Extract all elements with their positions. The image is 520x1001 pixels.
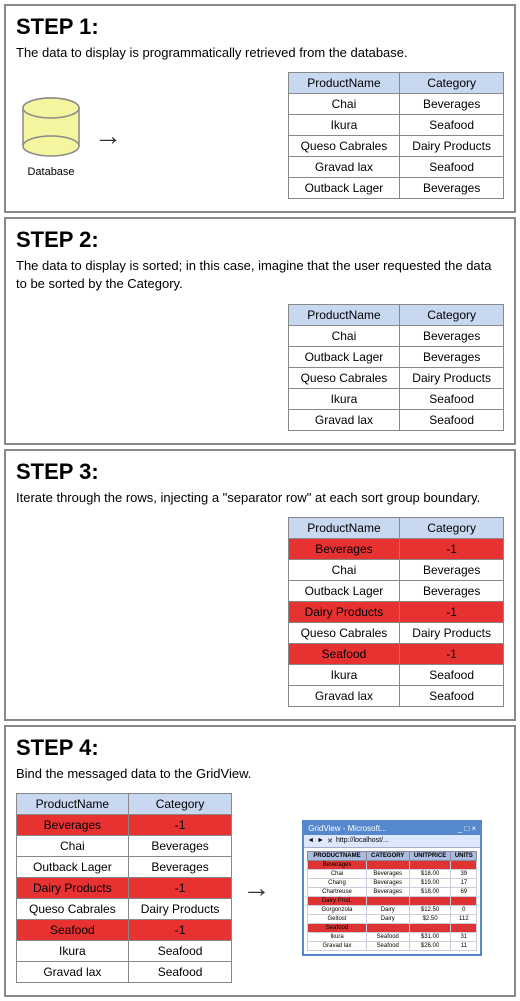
- address-bar: http://localhost/...: [336, 837, 389, 844]
- col-header-category: Category: [400, 517, 504, 538]
- step3-title: STEP 3:: [16, 459, 504, 485]
- browser-table-row: IkuraSeafood$31.0031: [308, 932, 477, 941]
- step4-table: ProductName Category Beverages-1ChaiBeve…: [16, 793, 232, 983]
- browser-table-row: GeitostDairy$2.50112: [308, 914, 477, 923]
- database-icon: [16, 94, 86, 164]
- table-row: Gravad laxSeafood: [288, 409, 503, 430]
- step3-table: ProductName Category Beverages-1ChaiBeve…: [288, 517, 504, 707]
- table-row: Beverages-1: [288, 538, 503, 559]
- browser-inner-table: PRODUCTNAME CATEGORY UNITPRICE UNITS Bev…: [307, 851, 477, 951]
- browser-body: PRODUCTNAME CATEGORY UNITPRICE UNITS Bev…: [304, 848, 480, 954]
- table-row: Seafood-1: [17, 919, 232, 940]
- col-header-category: Category: [128, 793, 232, 814]
- step4-block: STEP 4: Bind the messaged data to the Gr…: [4, 725, 516, 997]
- step2-desc: The data to display is sorted; in this c…: [16, 257, 504, 293]
- col-header-product: ProductName: [288, 517, 400, 538]
- step1-desc: The data to display is programmatically …: [16, 44, 504, 62]
- col-header-product: ProductName: [17, 793, 129, 814]
- step4-content: ProductName Category Beverages-1ChaiBeve…: [16, 793, 504, 983]
- step3-table-container: ProductName Category Beverages-1ChaiBeve…: [16, 517, 504, 707]
- col-header-product: ProductName: [288, 304, 400, 325]
- table-row: Gravad laxSeafood: [288, 685, 503, 706]
- table-row: ChaiBeverages: [288, 559, 503, 580]
- bcol-category: CATEGORY: [366, 851, 409, 860]
- table-row: ChaiBeverages: [288, 325, 503, 346]
- browser-controls: _ □ ×: [458, 824, 476, 833]
- table-row: IkuraSeafood: [288, 664, 503, 685]
- table-row: ChaiBeverages: [17, 835, 232, 856]
- browser-table-row: GorgonzolaDairy$12.500: [308, 905, 477, 914]
- browser-table-row: Beverages: [308, 860, 477, 869]
- step1-title: STEP 1:: [16, 14, 504, 40]
- table-row: Outback LagerBeverages: [17, 856, 232, 877]
- arrow-icon: →: [94, 122, 122, 150]
- table-row: Outback LagerBeverages: [288, 346, 503, 367]
- table-row: Dairy Products-1: [17, 877, 232, 898]
- step4-desc: Bind the messaged data to the GridView.: [16, 765, 504, 783]
- step1-block: STEP 1: The data to display is programma…: [4, 4, 516, 213]
- step2-title: STEP 2:: [16, 227, 504, 253]
- step1-table: ProductName Category ChaiBeveragesIkuraS…: [288, 72, 504, 199]
- col-header-product: ProductName: [288, 73, 400, 94]
- browser-mockup: GridView - Microsoft... _ □ × ◄ ► ✕ http…: [302, 820, 482, 956]
- browser-table-row: ChartreuseBeverages$18.0069: [308, 887, 477, 896]
- table-row: Dairy Products-1: [288, 601, 503, 622]
- col-header-category: Category: [400, 73, 504, 94]
- step2-table-container: ProductName Category ChaiBeveragesOutbac…: [16, 304, 504, 431]
- col-header-category: Category: [400, 304, 504, 325]
- step3-block: STEP 3: Iterate through the rows, inject…: [4, 449, 516, 721]
- database-cylinder: Database: [16, 94, 86, 178]
- table-row: Beverages-1: [17, 814, 232, 835]
- browser-table-row: Gravad laxSeafood$26.0011: [308, 941, 477, 950]
- forward-icon: ►: [317, 837, 324, 844]
- browser-table-row: ChaiBeverages$18.0039: [308, 869, 477, 878]
- db-diagram: Database →: [16, 94, 122, 178]
- table-row: Queso CabralesDairy Products: [288, 622, 503, 643]
- stop-icon: ✕: [327, 837, 333, 845]
- table-row: Queso CabralesDairy Products: [288, 136, 503, 157]
- back-icon: ◄: [307, 837, 314, 844]
- table-row: IkuraSeafood: [288, 388, 503, 409]
- table-row: Outback LagerBeverages: [288, 178, 503, 199]
- browser-table-row: Seafood: [308, 923, 477, 932]
- db-label: Database: [27, 166, 74, 178]
- step4-arrow-icon: →: [242, 872, 270, 904]
- bcol-product: PRODUCTNAME: [308, 851, 367, 860]
- step1-table-container: ProductName Category ChaiBeveragesIkuraS…: [132, 72, 504, 199]
- table-row: Seafood-1: [288, 643, 503, 664]
- table-row: ChaiBeverages: [288, 94, 503, 115]
- step3-desc: Iterate through the rows, injecting a "s…: [16, 489, 504, 507]
- browser-container: GridView - Microsoft... _ □ × ◄ ► ✕ http…: [280, 820, 504, 956]
- table-row: IkuraSeafood: [288, 115, 503, 136]
- table-row: Gravad laxSeafood: [17, 961, 232, 982]
- browser-title: GridView - Microsoft...: [308, 824, 387, 833]
- browser-table-row: ChangBeverages$19.0017: [308, 878, 477, 887]
- bcol-units: UNITS: [451, 851, 477, 860]
- table-row: Outback LagerBeverages: [288, 580, 503, 601]
- browser-titlebar: GridView - Microsoft... _ □ ×: [304, 822, 480, 835]
- table-row: Queso CabralesDairy Products: [288, 367, 503, 388]
- browser-table-row: Dairy Prod.: [308, 896, 477, 905]
- step2-block: STEP 2: The data to display is sorted; i…: [4, 217, 516, 444]
- table-row: IkuraSeafood: [17, 940, 232, 961]
- browser-toolbar: ◄ ► ✕ http://localhost/...: [304, 835, 480, 848]
- table-row: Gravad laxSeafood: [288, 157, 503, 178]
- step4-table-container: ProductName Category Beverages-1ChaiBeve…: [16, 793, 232, 983]
- step4-title: STEP 4:: [16, 735, 504, 761]
- step2-table: ProductName Category ChaiBeveragesOutbac…: [288, 304, 504, 431]
- step1-content: Database → ProductName Category ChaiBeve…: [16, 72, 504, 199]
- bcol-price: UNITPRICE: [409, 851, 451, 860]
